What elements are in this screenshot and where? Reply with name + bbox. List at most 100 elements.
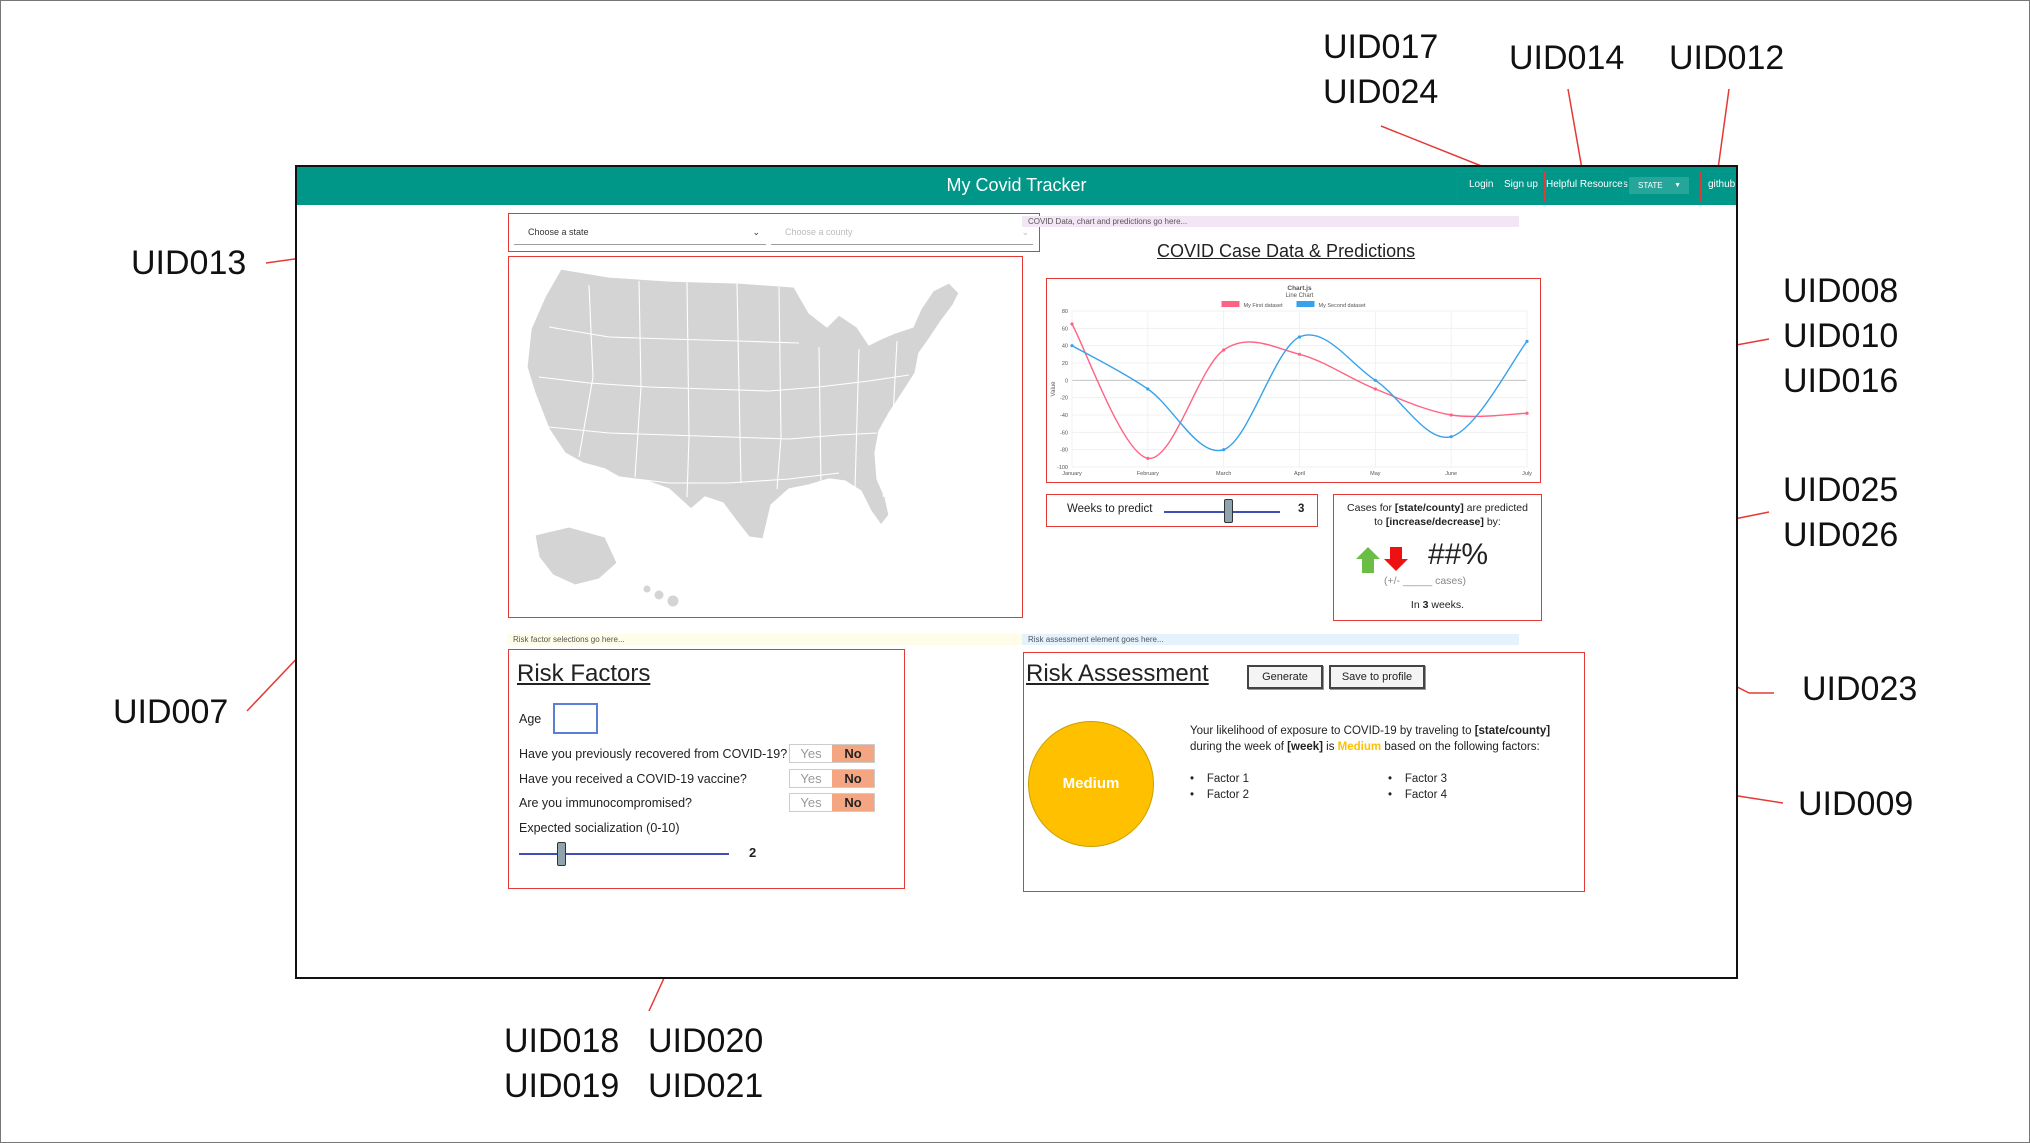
vaccinated-toggle[interactable]: Yes No — [789, 769, 875, 788]
caret-down-icon: ▼ — [1674, 182, 1681, 189]
weeks-slider-thumb[interactable] — [1223, 499, 1233, 523]
state-dropdown-label: STATE — [1638, 181, 1663, 190]
prediction-line2-suffix: by: — [1483, 516, 1501, 528]
data-point — [1146, 456, 1150, 460]
risk-assessment-panel: Risk Assessment Generate Save to profile… — [1023, 652, 1585, 892]
annotation-uid017-uid024: UID017 UID024 — [1323, 28, 1439, 111]
risk-level-indicator: Medium — [1028, 721, 1154, 847]
annotated-mockup: UID013 UID007 UID017 UID024 UID014 UID01… — [0, 0, 2030, 1143]
data-point — [1222, 348, 1226, 352]
data-point — [1525, 339, 1529, 343]
weeks-slider-track[interactable] — [1164, 511, 1280, 513]
annotation-uid013: UID013 — [131, 244, 247, 282]
trend-arrows — [1356, 547, 1408, 573]
immunocompromised-yes[interactable]: Yes — [790, 794, 832, 811]
us-map[interactable] — [509, 257, 1021, 615]
vaccinated-no[interactable]: No — [832, 770, 874, 787]
covid-panel-title: COVID Case Data & Predictions — [1157, 241, 1416, 261]
data-point — [1449, 413, 1453, 417]
map-hawaii-3 — [666, 594, 680, 608]
app-window: My Covid Tracker Login Sign up Helpful R… — [295, 165, 1738, 979]
annotation-uid014: UID014 — [1509, 39, 1625, 77]
vaccinated-yes[interactable]: Yes — [790, 770, 832, 787]
annotation-uid009: UID009 — [1798, 785, 1914, 823]
state-dropdown[interactable]: STATE ▼ — [1629, 177, 1689, 194]
weeks-to-predict-control: Weeks to predict 3 — [1046, 494, 1318, 527]
age-input[interactable] — [553, 703, 598, 734]
risk-factors-title: Risk Factors — [517, 660, 651, 687]
prediction-line1-suffix: are predicted — [1463, 502, 1528, 514]
map-alaska — [534, 526, 618, 586]
data-point — [1297, 335, 1302, 339]
annotation-uid008-uid010-uid016: UID008 UID010 UID016 — [1783, 272, 1899, 400]
weeks-label: Weeks to predict — [1067, 503, 1153, 515]
save-to-profile-button[interactable]: Save to profile — [1329, 665, 1425, 689]
factor-item: • Factor 3 — [1388, 773, 1447, 785]
annotation-box-auth — [1457, 171, 1546, 202]
risk-text-week: [week] — [1287, 741, 1323, 753]
legend-label: My Second dataset — [1319, 303, 1367, 309]
state-select[interactable]: Choose a state ⌄ — [514, 220, 766, 245]
y-tick-label: -40 — [1060, 413, 1068, 419]
navbar: My Covid Tracker Login Sign up Helpful R… — [297, 167, 1736, 205]
socialization-slider-track[interactable] — [519, 853, 729, 855]
question-immunocompromised: Are you immunocompromised? — [519, 796, 692, 810]
y-tick-label: 80 — [1062, 309, 1068, 315]
chart-title: Chart.js — [1287, 285, 1312, 292]
annotation-uid018-uid019: UID018 UID019 — [504, 1022, 620, 1105]
map-alaska-hawaii — [534, 526, 680, 608]
county-select[interactable]: Choose a county ⌄ — [771, 220, 1033, 245]
covid-line-chart: Chart.jsLine ChartMy First dataset My Sec… — [1051, 285, 1532, 477]
socialization-slider-thumb[interactable] — [557, 842, 566, 866]
y-tick-label: 40 — [1062, 344, 1068, 350]
arrow-down-icon — [1384, 547, 1408, 571]
chevron-down-icon: ⌄ — [752, 227, 760, 237]
x-tick-label: June — [1445, 471, 1457, 477]
data-point — [1222, 448, 1226, 452]
question-recovered: Have you previously recovered from COVID… — [519, 747, 788, 761]
prediction-in-suffix: weeks. — [1428, 599, 1465, 611]
annotation-uid012: UID012 — [1669, 39, 1785, 77]
legend-label: My First dataset — [1244, 303, 1284, 309]
y-tick-label: 20 — [1062, 361, 1068, 367]
risk-text-is: is — [1322, 741, 1338, 753]
factor-item: • Factor 4 — [1388, 789, 1447, 801]
factor-list-right: • Factor 3 • Factor 4 — [1388, 771, 1447, 803]
annotation-uid025-uid026: UID025 UID026 — [1783, 471, 1899, 554]
recovered-toggle[interactable]: Yes No — [789, 744, 875, 763]
factor-item: • Factor 1 — [1190, 773, 1249, 785]
generate-button[interactable]: Generate — [1247, 665, 1323, 689]
risk-assessment-placeholder-strip: Risk assessment element goes here... — [1022, 634, 1519, 645]
chart-subtitle: Line Chart — [1286, 293, 1314, 299]
annotation-uid007: UID007 — [113, 693, 229, 731]
weeks-value: 3 — [1298, 503, 1305, 515]
risk-text-suffix: based on the following factors: — [1381, 741, 1540, 753]
factor-2: Factor 2 — [1206, 789, 1249, 801]
age-label: Age — [519, 712, 542, 726]
map-hawaii-1 — [642, 584, 652, 594]
prediction-text: Cases for [state/county] are predicted t… — [1334, 501, 1541, 529]
recovered-no[interactable]: No — [832, 745, 874, 762]
prediction-line1-prefix: Cases for — [1347, 502, 1395, 514]
x-tick-label: February — [1137, 471, 1159, 477]
data-point — [1373, 387, 1377, 391]
risk-factors-panel: Risk Factors Age Have you previously rec… — [508, 649, 905, 889]
prediction-location: [state/county] — [1394, 502, 1464, 514]
map-hawaii-2 — [653, 589, 665, 601]
data-point — [1373, 378, 1377, 382]
immunocompromised-no[interactable]: No — [832, 794, 874, 811]
county-select-placeholder: Choose a county — [785, 227, 853, 237]
data-point — [1525, 411, 1529, 415]
x-tick-label: April — [1294, 471, 1305, 477]
factor-list-left: • Factor 1 • Factor 2 — [1190, 771, 1249, 803]
factor-item: • Factor 2 — [1190, 789, 1249, 801]
prediction-direction: [increase/decrease] — [1385, 516, 1484, 528]
risk-assessment-title: Risk Assessment — [1026, 660, 1209, 687]
socialization-value: 2 — [749, 845, 757, 860]
recovered-yes[interactable]: Yes — [790, 745, 832, 762]
immunocompromised-toggle[interactable]: Yes No — [789, 793, 875, 812]
factor-3: Factor 3 — [1404, 773, 1447, 785]
data-point — [1449, 435, 1453, 439]
data-point — [1146, 387, 1150, 391]
annotation-uid023: UID023 — [1802, 670, 1918, 708]
